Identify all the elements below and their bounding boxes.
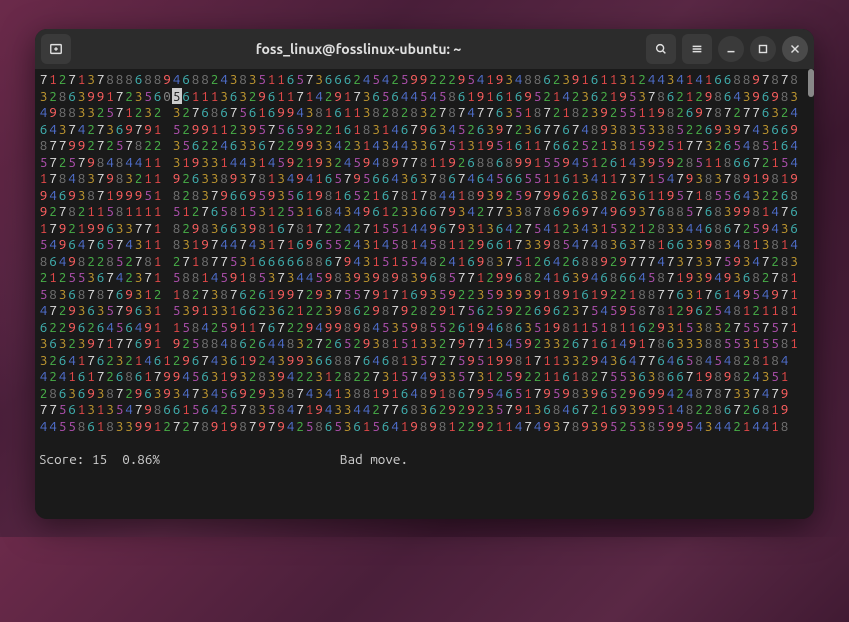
grid-row: 3264176232146129674361924399366887646813… (39, 352, 810, 369)
maximize-button[interactable] (750, 36, 776, 62)
grid-row: 8779927257822 35622463367229933423143443… (39, 137, 810, 154)
grid-row: 3286399172356056111363296117142917365644… (39, 88, 810, 105)
grid-row: 3632397177691 92588486264483272652938151… (39, 335, 810, 352)
game-grid: 7127137888688946882438351165736662454259… (39, 71, 810, 434)
score-percent: 0.86% (122, 451, 160, 467)
window-title: foss_linux@fosslinux-ubuntu: ~ (71, 41, 646, 57)
new-tab-button[interactable] (41, 34, 71, 64)
grid-row: 5836878769312 18273876261997293755791716… (39, 286, 810, 303)
titlebar: foss_linux@fosslinux-ubuntu: ~ (35, 29, 814, 69)
score-display: Score: 15 0.86% (39, 451, 160, 468)
terminal-window: foss_linux@fosslinux-ubuntu: ~ 712713788… (35, 29, 814, 519)
minimize-button[interactable] (718, 36, 744, 62)
close-button[interactable] (782, 36, 808, 62)
grid-row: 4455861833991272789198797942586536156419… (39, 418, 810, 435)
scrollbar-thumb[interactable] (808, 69, 814, 97)
grid-row: 9469387199951 82837966959356198165216781… (39, 187, 810, 204)
grid-row: 8649822852781 27187753166666886794315155… (39, 253, 810, 270)
grid-row: 6229626456491 15842591176722949989845359… (39, 319, 810, 336)
grid-row: 1792199633771 82983663981678172242715514… (39, 220, 810, 237)
grid-row: 9278211581111 51276581531253168434961233… (39, 203, 810, 220)
search-button[interactable] (646, 34, 676, 64)
grid-row: 4241617268617994563193283942231282273157… (39, 368, 810, 385)
terminal-body[interactable]: 7127137888688946882438351165736662454259… (35, 69, 814, 519)
grid-row: 5725798484411 31933144314592193245948977… (39, 154, 810, 171)
grid-row: 7756131354798661564257835847194334427768… (39, 401, 810, 418)
grid-row: 6437427369791 52991123957565922161831467… (39, 121, 810, 138)
grid-row: 2125536742371 58814591853734459839398983… (39, 269, 810, 286)
grid-row: 5496476574311 83197447431716965524314581… (39, 236, 810, 253)
grid-row: 4729363579631 53913316623621223986298792… (39, 302, 810, 319)
grid-row: 1784837983211 92633893781349416579566436… (39, 170, 810, 187)
score-label: Score: (39, 451, 84, 467)
status-message: Bad move. (340, 451, 408, 468)
menu-button[interactable] (682, 34, 712, 64)
grid-row: 4988332571232 32768675616994381611382828… (39, 104, 810, 121)
status-line: Score: 15 0.86% Bad move. (39, 451, 810, 468)
cursor: 5 (172, 88, 182, 105)
grid-row: 2863693872963934734569293387434138819164… (39, 385, 810, 402)
grid-row: 7127137888688946882438351165736662454259… (39, 71, 810, 88)
score-value: 15 (92, 451, 107, 467)
